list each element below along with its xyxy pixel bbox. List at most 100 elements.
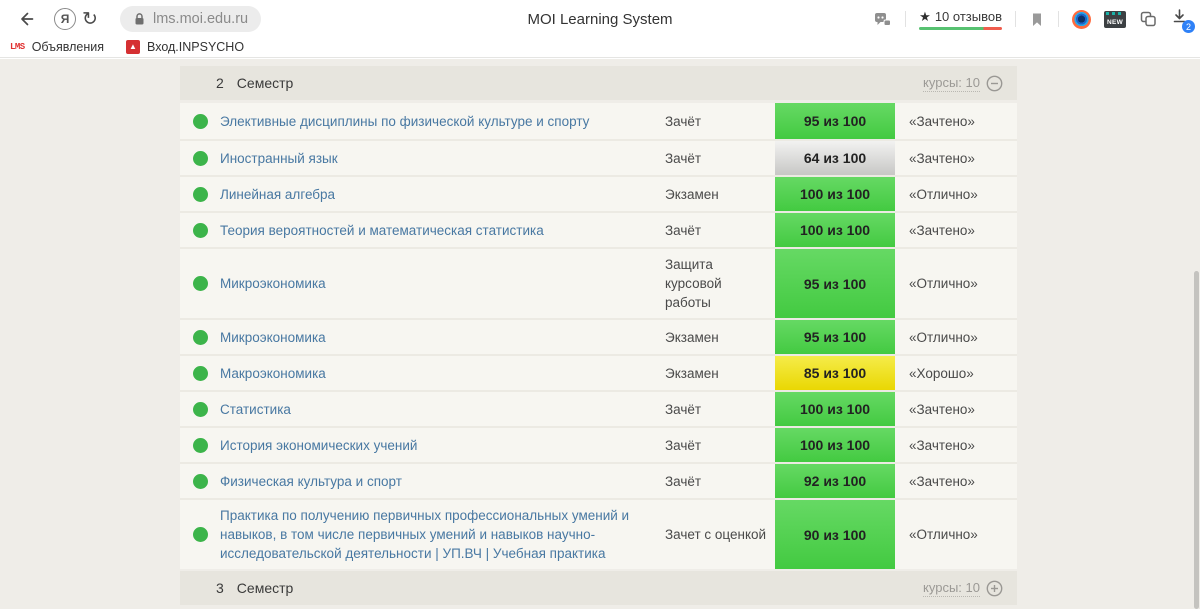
status-dot-cell (180, 187, 220, 202)
tabs-icon[interactable] (1139, 10, 1158, 28)
assessment-type: Экзамен (665, 364, 775, 383)
collapse-semester-button[interactable] (986, 75, 1003, 92)
status-dot-icon (193, 114, 208, 129)
courses-count-link[interactable]: курсы: 10 (923, 580, 980, 597)
status-dot-cell (180, 276, 220, 291)
bookmark-label: Вход.INPSYCHO (147, 40, 244, 54)
semester-number: 3 (216, 580, 224, 596)
score-badge: 90 из 100 (775, 500, 895, 569)
status-dot-icon (193, 402, 208, 417)
bookmark-item-inpsycho[interactable]: ▲ Вход.INPSYCHO (126, 40, 244, 54)
grade-text: «Отлично» (895, 187, 1017, 202)
plus-circle-icon (986, 580, 1003, 597)
assessment-type: Экзамен (665, 328, 775, 347)
semester-label: Семестр (237, 75, 294, 91)
site-reviews-button[interactable]: ★ 10 отзывов (919, 9, 1002, 30)
toolbar-separator (905, 11, 906, 27)
grade-text: «Зачтено» (895, 223, 1017, 238)
table-row: Иностранный язык Зачёт 64 из 100 «Зачтен… (180, 139, 1017, 175)
lock-icon (133, 12, 146, 26)
score-badge: 100 из 100 (775, 428, 895, 462)
status-dot-icon (193, 187, 208, 202)
toolbar-separator (1015, 11, 1016, 27)
grade-text: «Зачтено» (895, 474, 1017, 489)
status-dot-cell (180, 402, 220, 417)
browser-toolbar: Я ↻ lms.moi.edu.ru MOI Learning System ★… (0, 0, 1200, 38)
assessment-type: Зачёт (665, 221, 775, 240)
semester-3-header: 3 Семестр курсы: 10 (180, 571, 1017, 605)
score-badge: 92 из 100 (775, 464, 895, 498)
star-icon: ★ (919, 9, 931, 25)
score-badge: 95 из 100 (775, 320, 895, 354)
bookmark-flag-icon[interactable] (1029, 11, 1045, 28)
downloads-button[interactable]: 2 (1171, 8, 1188, 30)
course-rows: Элективные дисциплины по физической куль… (180, 103, 1017, 569)
screenshot-tool-icon[interactable]: NEW (1104, 11, 1126, 28)
semester-table: 2 Семестр курсы: 10 Элективные дисциплин… (180, 66, 1017, 605)
course-link[interactable]: Иностранный язык (220, 149, 665, 168)
grade-text: «Зачтено» (895, 438, 1017, 453)
url-text: lms.moi.edu.ru (153, 11, 248, 27)
address-bar[interactable]: lms.moi.edu.ru (120, 6, 261, 32)
assessment-type: Зачет с оценкой (665, 525, 775, 544)
table-row: Практика по получению первичных професси… (180, 498, 1017, 569)
course-link[interactable]: Практика по получению первичных професси… (220, 506, 665, 563)
refresh-icon: ↻ (82, 10, 98, 29)
extension-icon[interactable] (1072, 10, 1091, 29)
lms-favicon-icon: LMS (10, 42, 25, 52)
expand-semester-button[interactable] (986, 580, 1003, 597)
screenshot-dashes-icon (1106, 12, 1124, 15)
status-dot-icon (193, 527, 208, 542)
back-button[interactable] (12, 5, 40, 33)
refresh-button[interactable]: ↻ (76, 5, 104, 33)
course-link[interactable]: Макроэкономика (220, 364, 665, 383)
score-badge: 95 из 100 (775, 103, 895, 139)
status-dot-icon (193, 366, 208, 381)
score-badge: 85 из 100 (775, 356, 895, 390)
course-link[interactable]: Элективные дисциплины по физической куль… (220, 112, 665, 131)
table-row: Элективные дисциплины по физической куль… (180, 103, 1017, 139)
score-badge: 100 из 100 (775, 392, 895, 426)
status-dot-cell (180, 366, 220, 381)
grade-text: «Зачтено» (895, 114, 1017, 129)
status-dot-icon (193, 223, 208, 238)
course-link[interactable]: История экономических учений (220, 436, 665, 455)
course-link[interactable]: Статистика (220, 400, 665, 419)
score-badge: 64 из 100 (775, 141, 895, 175)
status-dot-icon (193, 474, 208, 489)
yandex-logo-icon[interactable]: Я (54, 8, 76, 30)
course-link[interactable]: Теория вероятностей и математическая ста… (220, 221, 665, 240)
course-link[interactable]: Микроэкономика (220, 328, 665, 347)
grade-text: «Отлично» (895, 276, 1017, 291)
semester-number: 2 (216, 75, 224, 91)
bookmark-item-announcements[interactable]: LMS Объявления (10, 40, 104, 54)
semester-label: Семестр (237, 580, 294, 596)
courses-count-link[interactable]: курсы: 10 (923, 75, 980, 92)
lms-page: 2 Семестр курсы: 10 Элективные дисциплин… (0, 59, 1200, 609)
course-link[interactable]: Линейная алгебра (220, 185, 665, 204)
course-link[interactable]: Физическая культура и спорт (220, 472, 665, 491)
status-dot-icon (193, 276, 208, 291)
course-link[interactable]: Микроэкономика (220, 274, 665, 293)
grade-text: «Зачтено» (895, 151, 1017, 166)
grade-text: «Хорошо» (895, 366, 1017, 381)
toolbar-right-group: ★ 10 отзывов NEW 2 (865, 8, 1188, 30)
reviews-label: 10 отзывов (935, 9, 1002, 24)
status-dot-cell (180, 223, 220, 238)
reviews-rating-bar (919, 27, 1002, 30)
table-row: Статистика Зачёт 100 из 100 «Зачтено» (180, 390, 1017, 426)
inpsycho-favicon-icon: ▲ (126, 40, 140, 54)
toolbar-separator (1058, 11, 1059, 27)
status-dot-cell (180, 151, 220, 166)
table-row: Микроэкономика Экзамен 95 из 100 «Отличн… (180, 318, 1017, 354)
grade-text: «Отлично» (895, 330, 1017, 345)
vertical-scrollbar[interactable] (1194, 271, 1199, 609)
downloads-count-badge: 2 (1182, 20, 1195, 33)
site-permissions-icon[interactable] (873, 11, 892, 28)
status-dot-cell (180, 330, 220, 345)
assessment-type: Экзамен (665, 185, 775, 204)
assessment-type: Зачёт (665, 436, 775, 455)
table-row: Физическая культура и спорт Зачёт 92 из … (180, 462, 1017, 498)
semester-2-header: 2 Семестр курсы: 10 (180, 66, 1017, 100)
status-dot-icon (193, 330, 208, 345)
